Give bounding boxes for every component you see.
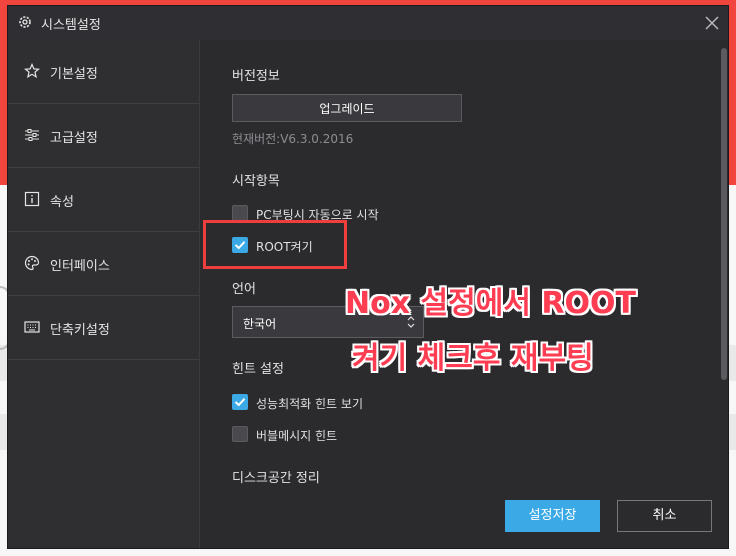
sidebar-item-shortcuts[interactable]: 단축키설정	[8, 296, 199, 360]
title-bar: 시스템설정	[8, 6, 728, 40]
sidebar-item-advanced-settings[interactable]: 고급설정	[8, 104, 199, 168]
info-icon	[24, 191, 40, 207]
perf-hint-checkbox[interactable]	[232, 394, 248, 410]
hint-section-title: 힌트 설정	[232, 362, 284, 377]
save-settings-button[interactable]: 설정저장	[505, 500, 600, 532]
close-icon[interactable]	[704, 15, 720, 31]
vertical-scrollbar[interactable]	[721, 48, 727, 380]
check-icon	[234, 398, 246, 407]
perf-hint-label: 성능최적화 힌트 보기	[256, 397, 363, 411]
annotation-line-1: Nox 설정에서 ROOT	[345, 286, 636, 321]
current-version-text: 현재버전:V6.3.0.2016	[232, 132, 354, 146]
sidebar-item-properties[interactable]: 속성	[8, 168, 199, 232]
sidebar-item-label: 인터페이스	[50, 259, 110, 274]
settings-dialog: 시스템설정 기본설정 고급설정 속성 인터페이스 단축키설정 버전정보 업그레이…	[8, 6, 728, 548]
sidebar-item-label: 속성	[50, 195, 74, 210]
startup-section-title: 시작항목	[232, 174, 280, 189]
language-section-title: 언어	[232, 282, 256, 297]
annotation-line-2: 켜기 체크후 재부팅	[352, 341, 594, 376]
root-highlight-box	[203, 220, 347, 269]
keyboard-icon	[24, 321, 40, 333]
language-select-value: 한국어	[243, 317, 277, 331]
sidebar: 기본설정 고급설정 속성 인터페이스 단축키설정	[8, 40, 200, 548]
sidebar-item-label: 고급설정	[50, 131, 98, 146]
sliders-icon	[25, 129, 39, 141]
bubble-hint-checkbox[interactable]	[232, 426, 248, 442]
auto-start-checkbox[interactable]	[232, 205, 248, 221]
sidebar-item-interface[interactable]: 인터페이스	[8, 232, 199, 296]
sidebar-item-label: 기본설정	[50, 67, 98, 82]
disk-section-title: 디스크공간 정리	[232, 471, 320, 486]
star-icon	[24, 63, 40, 79]
sidebar-item-basic-settings[interactable]: 기본설정	[8, 40, 199, 104]
version-section-title: 버전정보	[232, 69, 280, 84]
gear-icon	[19, 16, 31, 28]
upgrade-button[interactable]: 업그레이드	[232, 94, 462, 122]
dialog-footer: 설정저장 취소	[200, 486, 728, 548]
palette-icon	[24, 255, 40, 271]
bubble-hint-label: 버블메시지 힌트	[256, 429, 338, 443]
window-title: 시스템설정	[41, 18, 101, 33]
sidebar-item-label: 단축키설정	[50, 323, 110, 338]
cancel-button[interactable]: 취소	[617, 500, 712, 532]
